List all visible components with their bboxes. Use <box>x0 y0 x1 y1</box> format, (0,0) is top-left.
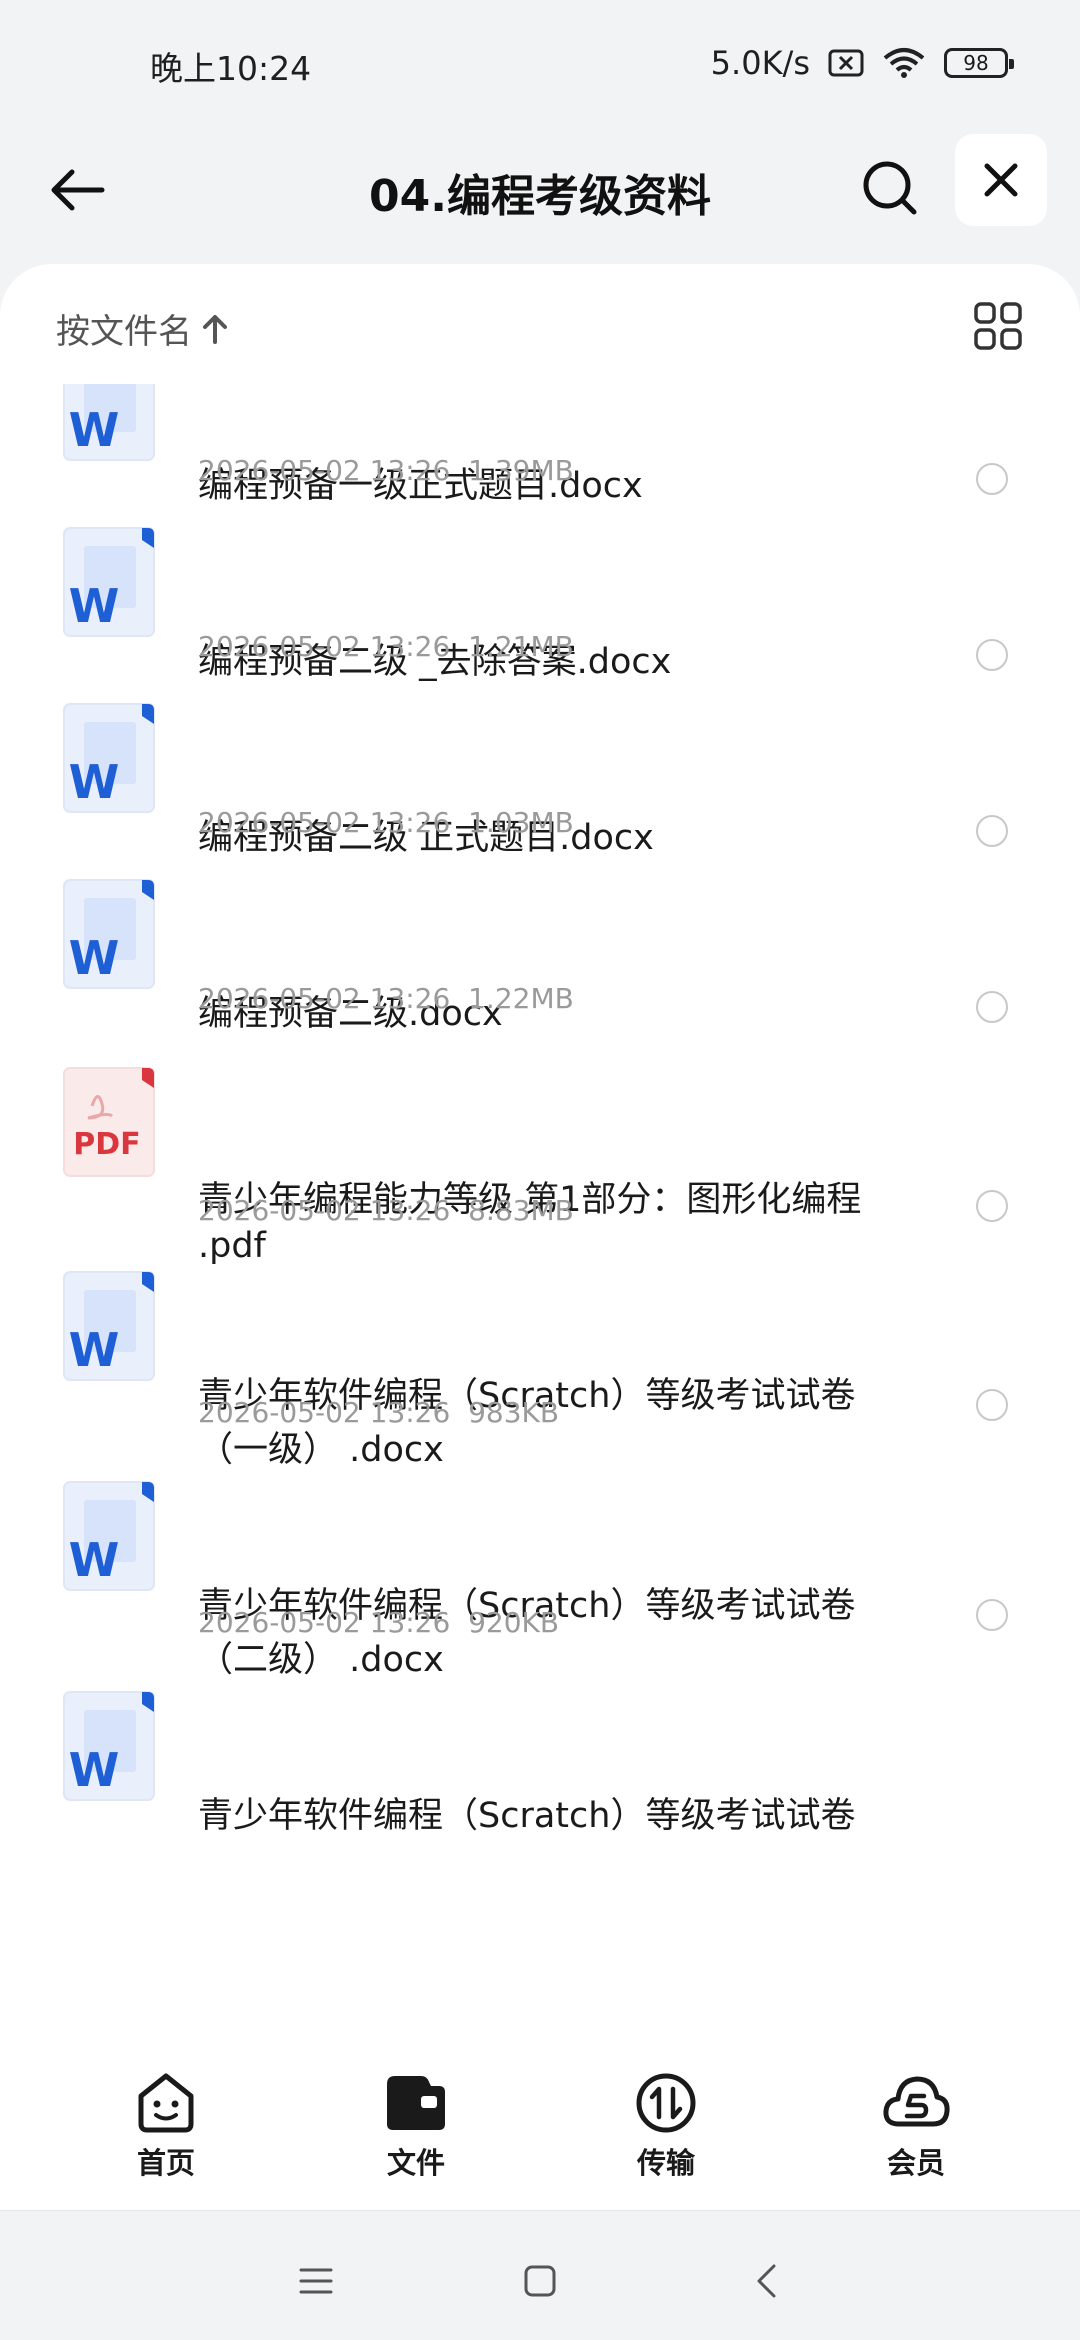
grid-view-button[interactable] <box>972 300 1024 352</box>
nav-home-button[interactable] <box>510 2251 570 2311</box>
nav-back-button[interactable] <box>736 2251 796 2311</box>
file-meta: 2026-05-02 13:26 983KB <box>198 1396 560 1429</box>
system-nav-bar <box>0 2210 1080 2340</box>
file-name: 青少年软件编程（Scratch）等级考试试卷 <box>198 1796 856 1836</box>
tab-files[interactable]: 文件 <box>336 2070 496 2182</box>
word-icon-letter: W <box>69 403 120 457</box>
arrow-up-icon <box>203 314 227 344</box>
word-file-icon: W <box>62 1270 156 1382</box>
word-file-icon: W <box>62 1480 156 1592</box>
app-screen: 晚上10:24 5.0K/s 98 04.编程考级资料 按文件名 W 编程预备一… <box>0 0 1080 2340</box>
word-icon-letter: W <box>69 755 120 809</box>
status-bar: 晚上10:24 5.0K/s 98 <box>0 0 1080 130</box>
file-name: .pdf <box>198 1226 266 1266</box>
file-meta: 2026-05-02 13:26 8.83MB <box>198 1194 574 1227</box>
select-radio[interactable] <box>976 1599 1008 1631</box>
menu-icon <box>299 2268 333 2294</box>
file-name: （二级） .docx <box>198 1640 444 1680</box>
file-name: （一级） .docx <box>198 1430 444 1470</box>
folder-icon <box>387 2076 445 2130</box>
transfer-icon <box>636 2073 696 2133</box>
pdf-icon-text: PDF <box>73 1127 140 1162</box>
file-list-card: 按文件名 W 2026-05-02 13:26 1.67MB W 编程预备一级_… <box>0 264 1080 2080</box>
file-meta: 2026-05-02 13:26 1.22MB <box>198 982 574 1015</box>
word-file-icon: W <box>62 702 156 814</box>
header-bar: 04.编程考级资料 <box>0 130 1080 250</box>
status-time: 晚上10:24 <box>150 49 312 88</box>
file-meta: 2026-05-02 13:26 920KB <box>198 1606 560 1639</box>
close-icon <box>984 163 1018 197</box>
tab-home-label: 首页 <box>136 2146 195 2180</box>
file-meta: 2026-05-02 13:26 1.21MB <box>198 630 574 663</box>
square-icon <box>524 2265 556 2297</box>
wifi-icon <box>882 47 926 79</box>
select-radio[interactable] <box>976 463 1008 495</box>
tab-files-label: 文件 <box>386 2146 445 2180</box>
select-radio[interactable] <box>976 1190 1008 1222</box>
select-radio[interactable] <box>976 1389 1008 1421</box>
file-meta: 2026-05-02 13:26 1.03MB <box>198 806 574 839</box>
word-file-icon: W <box>62 526 156 638</box>
nav-menu-button[interactable] <box>286 2251 346 2311</box>
word-file-icon: W <box>62 878 156 990</box>
pdf-file-icon: PDF <box>62 1066 156 1178</box>
tab-transfer-label: 传输 <box>636 2146 695 2180</box>
word-file-icon: W <box>62 1690 156 1802</box>
vip-cloud-icon <box>883 2076 950 2127</box>
home-face-icon <box>138 2073 194 2133</box>
word-icon-letter: W <box>69 1743 120 1797</box>
search-button[interactable] <box>848 146 932 230</box>
select-radio[interactable] <box>976 815 1008 847</box>
tab-transfer[interactable]: 传输 <box>586 2070 746 2182</box>
sim-off-icon <box>828 48 864 78</box>
close-button[interactable] <box>955 134 1047 226</box>
word-icon-letter: W <box>69 931 120 985</box>
select-radio[interactable] <box>976 639 1008 671</box>
tab-home[interactable]: 首页 <box>86 2070 246 2182</box>
word-icon-letter: W <box>69 1533 120 1587</box>
sort-label: 按文件名 <box>56 312 192 352</box>
bottom-tab-bar: 首页 文件 传输 会员 <box>0 2040 1080 2210</box>
network-speed: 5.0K/s <box>710 44 810 82</box>
chevron-left-icon <box>757 2264 776 2298</box>
word-icon-letter: W <box>69 1323 120 1377</box>
tab-vip-label: 会员 <box>886 2146 945 2180</box>
grid-icon <box>974 302 1022 350</box>
search-icon <box>863 161 917 215</box>
tab-vip[interactable]: 会员 <box>836 2070 996 2182</box>
status-icons: 5.0K/s 98 <box>710 44 1014 82</box>
battery-level: 98 <box>963 51 989 75</box>
battery-icon: 98 <box>944 48 1014 78</box>
select-radio[interactable] <box>976 991 1008 1023</box>
sort-bar: 按文件名 <box>0 264 1080 384</box>
word-icon-letter: W <box>69 579 120 633</box>
file-meta: 2026-05-02 13:26 1.39MB <box>198 454 574 487</box>
sort-by-name-button[interactable]: 按文件名 <box>56 304 228 353</box>
